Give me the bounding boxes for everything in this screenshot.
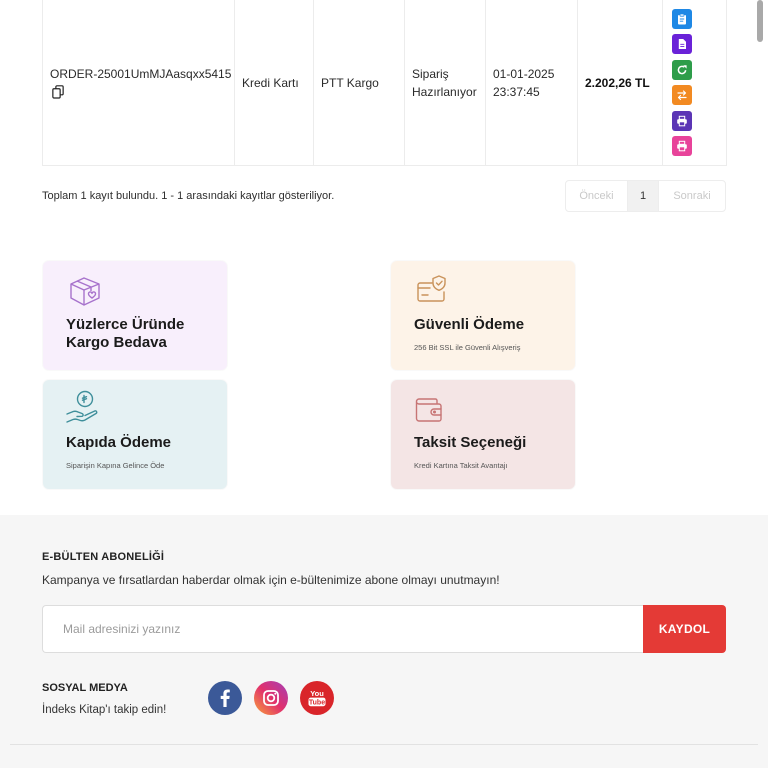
- order-date: 01-01-2025 23:37:45: [493, 66, 555, 99]
- order-id: ORDER-25001UmMJAasqxx5415: [50, 66, 232, 81]
- youtube-logo-bottom: Tube: [309, 699, 325, 706]
- cell-payment-method: Kredi Kartı: [234, 0, 314, 166]
- pagination-page-1[interactable]: 1: [628, 181, 659, 211]
- order-total: 2.202,26 TL: [585, 75, 650, 90]
- orders-table: ORDER-25001UmMJAasqxx5415 Kredi Kartı PT…: [42, 0, 727, 166]
- view-order-button[interactable]: [672, 9, 692, 30]
- copy-icon[interactable]: [52, 84, 66, 101]
- feature-card-installments: Taksit Seçeneği Kredi Kartına Taksit Ava…: [391, 380, 575, 489]
- orders-table-container: ORDER-25001UmMJAasqxx5415 Kredi Kartı PT…: [42, 0, 727, 166]
- invoice-button[interactable]: [672, 34, 692, 55]
- action-buttons: [672, 9, 726, 156]
- wallet-icon: [415, 397, 443, 428]
- cell-total: 2.202,26 TL: [577, 0, 663, 166]
- pagination: Önceki 1 Sonraki: [565, 180, 726, 212]
- newsletter-description: Kampanya ve fırsatlardan haberdar olmak …: [42, 573, 500, 587]
- order-status: Sipariş Hazırlanıyor: [412, 66, 477, 99]
- clipboard-icon: [678, 13, 686, 25]
- table-row: ORDER-25001UmMJAasqxx5415 Kredi Kartı PT…: [42, 0, 727, 166]
- feature-title: Güvenli Ödeme: [414, 316, 525, 333]
- social-media-subtext: İndeks Kitap'ı takip edin!: [42, 704, 167, 716]
- cell-order-id: ORDER-25001UmMJAasqxx5415: [42, 0, 235, 166]
- instagram-link[interactable]: [254, 681, 288, 715]
- swap-arrows-icon: [677, 90, 687, 101]
- cell-shipping-company: PTT Kargo: [313, 0, 405, 166]
- youtube-logo-top: You: [310, 689, 324, 698]
- pagination-summary: Toplam 1 kayıt bulundu. 1 - 1 arasındaki…: [42, 190, 335, 202]
- print-button[interactable]: [672, 110, 692, 131]
- hand-coin-icon: [65, 390, 99, 431]
- printer-icon: [677, 140, 687, 152]
- facebook-link[interactable]: [208, 681, 242, 715]
- feature-subtitle: 256 Bit SSL ile Güvenli Alışveriş: [414, 343, 521, 352]
- pagination-prev-button[interactable]: Önceki: [566, 181, 628, 211]
- feature-title: Taksit Seçeneği: [414, 434, 527, 451]
- newsletter-email-input[interactable]: [42, 605, 643, 653]
- refresh-status-button[interactable]: [672, 59, 692, 80]
- facebook-icon: [220, 689, 230, 707]
- cell-actions: [662, 0, 727, 166]
- exchange-button[interactable]: [672, 85, 692, 106]
- youtube-link[interactable]: You Tube: [300, 681, 334, 715]
- payment-method: Kredi Kartı: [242, 75, 299, 90]
- feature-subtitle: Siparişin Kapına Gelince Öde: [66, 461, 165, 470]
- feature-card-free-shipping: Yüzlerce Üründe Kargo Bedava: [43, 261, 227, 370]
- feature-subtitle: Kredi Kartına Taksit Avantajı: [414, 461, 508, 470]
- cell-date: 01-01-2025 23:37:45: [485, 0, 578, 166]
- instagram-icon: [263, 690, 279, 706]
- printer-icon: [677, 115, 687, 126]
- refresh-icon: [677, 64, 687, 75]
- youtube-icon: You Tube: [308, 689, 326, 706]
- cell-status: Sipariş Hazırlanıyor: [404, 0, 486, 166]
- shipping-company: PTT Kargo: [321, 75, 379, 90]
- box-heart-icon: [68, 276, 102, 311]
- social-media-heading: SOSYAL MEDYA: [42, 682, 128, 694]
- page-scrollbar-thumb[interactable]: [757, 0, 763, 42]
- newsletter-heading: E-BÜLTEN ABONELİĞİ: [42, 551, 165, 563]
- footer-divider: [10, 744, 758, 745]
- print-label-button[interactable]: [672, 135, 692, 156]
- feature-title: Yüzlerce Üründe Kargo Bedava: [66, 316, 185, 351]
- feature-title: Kapıda Ödeme: [66, 434, 172, 451]
- feature-card-cash-on-delivery: Kapıda Ödeme Siparişin Kapına Gelince Öd…: [43, 380, 227, 489]
- pagination-next-button[interactable]: Sonraki: [659, 181, 725, 211]
- document-icon: [678, 39, 686, 50]
- newsletter-subscribe-button[interactable]: KAYDOL: [643, 605, 726, 653]
- card-shield-icon: [416, 274, 448, 309]
- feature-card-secure-payment: Güvenli Ödeme 256 Bit SSL ile Güvenli Al…: [391, 261, 575, 370]
